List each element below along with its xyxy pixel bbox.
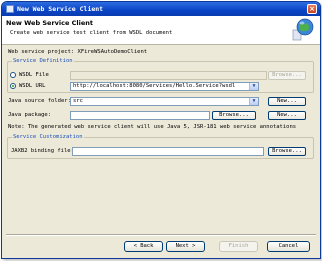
wsdl-file-browse-button[interactable]: Browse... xyxy=(268,71,306,80)
project-label: Web service project: XFireWSAutoDemoClie… xyxy=(8,49,148,55)
wsdl-url-radio[interactable] xyxy=(10,83,16,89)
java-source-folder-new-button[interactable]: New... xyxy=(268,97,306,106)
wsdl-file-field[interactable] xyxy=(70,71,267,80)
next-arrow-icon: > xyxy=(192,243,196,249)
wsdl-file-radio[interactable] xyxy=(10,72,16,78)
wizard-header: New Web Service Client Create web servic… xyxy=(2,16,320,45)
wsdl-url-label: WSDL URL xyxy=(19,83,46,89)
wsdl-globe-wizard-icon xyxy=(292,18,314,41)
chevron-down-icon[interactable]: ▼ xyxy=(249,83,258,90)
java-package-browse-button[interactable]: Browse... xyxy=(212,111,256,120)
wsdl-url-combo[interactable]: http://localhost:8080/Services/Hello.Ser… xyxy=(70,82,259,91)
finish-button[interactable]: Finish xyxy=(219,241,258,252)
close-button[interactable]: × xyxy=(307,4,317,14)
wsdl-file-label: WSDL File xyxy=(19,72,49,78)
title-bar[interactable]: New Web Service Client × xyxy=(2,2,320,16)
jaxb-binding-field[interactable] xyxy=(72,147,264,156)
java-source-folder-combo[interactable]: src ▼ xyxy=(70,97,259,106)
app-icon xyxy=(6,5,14,13)
java-package-new-button[interactable]: New... xyxy=(268,111,306,120)
next-button[interactable]: Next > xyxy=(166,241,205,252)
wizard-subtitle: Create web service test client from WSDL… xyxy=(10,30,173,36)
dialog-window: New Web Service Client × New Web Service… xyxy=(1,1,321,259)
java-source-folder-value: src xyxy=(73,98,83,104)
next-label: Next xyxy=(175,243,189,249)
jaxb-binding-browse-button[interactable]: Browse... xyxy=(268,147,306,156)
java-package-field[interactable] xyxy=(70,111,210,120)
wizard-title: New Web Service Client xyxy=(6,19,94,27)
java5-note: Note: The generated web service client w… xyxy=(8,124,297,130)
back-arrow-icon: < xyxy=(133,243,137,249)
window-title: New Web Service Client xyxy=(17,5,104,13)
service-customization-title: Service Customization xyxy=(12,134,84,140)
cancel-button[interactable]: Cancel xyxy=(267,241,310,252)
footer-separator xyxy=(6,234,316,236)
back-label: Back xyxy=(140,243,154,249)
back-button[interactable]: < Back xyxy=(124,241,163,252)
java-source-folder-label: Java source folder: xyxy=(8,98,71,104)
service-definition-title: Service Definition xyxy=(12,58,74,64)
wsdl-url-value: http://localhost:8080/Services/Hello.Ser… xyxy=(73,83,236,89)
java-package-label: Java package: xyxy=(8,112,52,118)
jaxb-binding-label: JAXB2 binding file: xyxy=(11,148,74,154)
chevron-down-icon[interactable]: ▼ xyxy=(249,98,258,105)
